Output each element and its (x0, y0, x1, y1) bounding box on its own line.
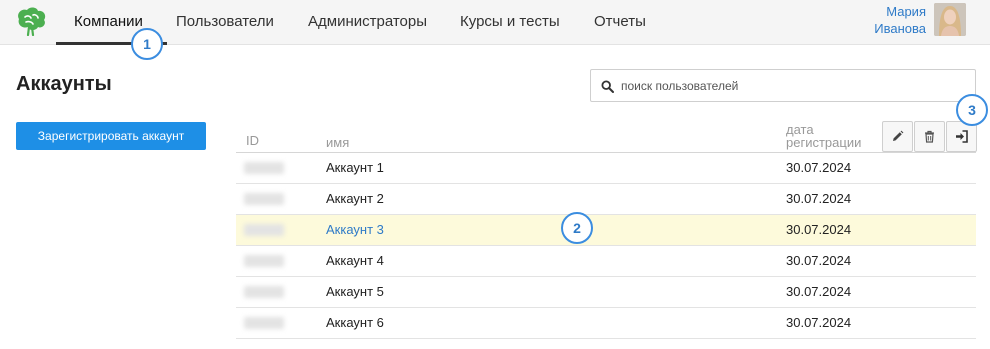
user-search-box[interactable] (590, 69, 976, 102)
user-avatar[interactable] (934, 3, 966, 36)
nav-tab-courses-and-tests[interactable]: Курсы и тесты (460, 13, 560, 30)
search-icon (601, 80, 614, 93)
blurred-id-cell (244, 286, 284, 298)
user-first-name: Мария (886, 4, 926, 19)
table-row[interactable]: Аккаунт 5 30.07.2024 (236, 277, 976, 308)
nav-tab-users[interactable]: Пользователи (176, 13, 274, 30)
registration-date: 30.07.2024 (786, 315, 852, 330)
registration-date: 30.07.2024 (786, 160, 852, 175)
account-name: Аккаунт 5 (326, 284, 384, 299)
account-name: Аккаунт 6 (326, 315, 384, 330)
account-name: Аккаунт 4 (326, 253, 384, 268)
blurred-id-cell (244, 317, 284, 329)
register-account-button[interactable]: Зарегистрировать аккаунт (16, 122, 206, 150)
annotation-badge-3: 3 (956, 94, 988, 126)
edit-button[interactable] (882, 121, 913, 152)
registration-date: 30.07.2024 (786, 253, 852, 268)
table-row[interactable]: Аккаунт 6 30.07.2024 (236, 308, 976, 339)
account-name: Аккаунт 3 (326, 222, 384, 237)
search-input[interactable] (621, 70, 971, 101)
annotation-badge-2: 2 (561, 212, 593, 244)
nav-tab-reports[interactable]: Отчеты (594, 13, 646, 30)
table-row-selected[interactable]: Аккаунт 3 30.07.2024 (236, 215, 976, 246)
page-title: Аккаунты (16, 73, 112, 95)
brain-leaf-logo-icon[interactable] (14, 6, 48, 36)
table-row[interactable]: Аккаунт 4 30.07.2024 (236, 246, 976, 277)
nav-tab-administrators[interactable]: Администраторы (308, 13, 427, 30)
user-last-name: Иванова (874, 21, 926, 36)
blurred-id-cell (244, 193, 284, 205)
annotation-badge-1: 1 (131, 28, 163, 60)
registration-date: 30.07.2024 (786, 222, 852, 237)
account-name: Аккаунт 2 (326, 191, 384, 206)
nav-tab-companies[interactable]: Компании (74, 13, 143, 30)
blurred-id-cell (244, 224, 284, 236)
trash-icon (925, 130, 934, 143)
delete-button[interactable] (914, 121, 945, 152)
table-row[interactable]: Аккаунт 2 30.07.2024 (236, 184, 976, 215)
blurred-id-cell (244, 162, 284, 174)
table-row[interactable]: Аккаунт 1 30.07.2024 (236, 153, 976, 184)
column-header-registration-date[interactable]: дата регистрации (786, 123, 866, 149)
sign-in-icon (956, 130, 968, 143)
user-name-link[interactable]: Мария Иванова (874, 3, 926, 37)
registration-date: 30.07.2024 (786, 284, 852, 299)
blurred-id-cell (244, 255, 284, 267)
column-header-id: ID (246, 133, 259, 148)
registration-date: 30.07.2024 (786, 191, 852, 206)
avatar-portrait-icon (934, 3, 966, 36)
pencil-icon (893, 130, 904, 141)
account-name: Аккаунт 1 (326, 160, 384, 175)
column-header-name[interactable]: имя (326, 136, 349, 149)
